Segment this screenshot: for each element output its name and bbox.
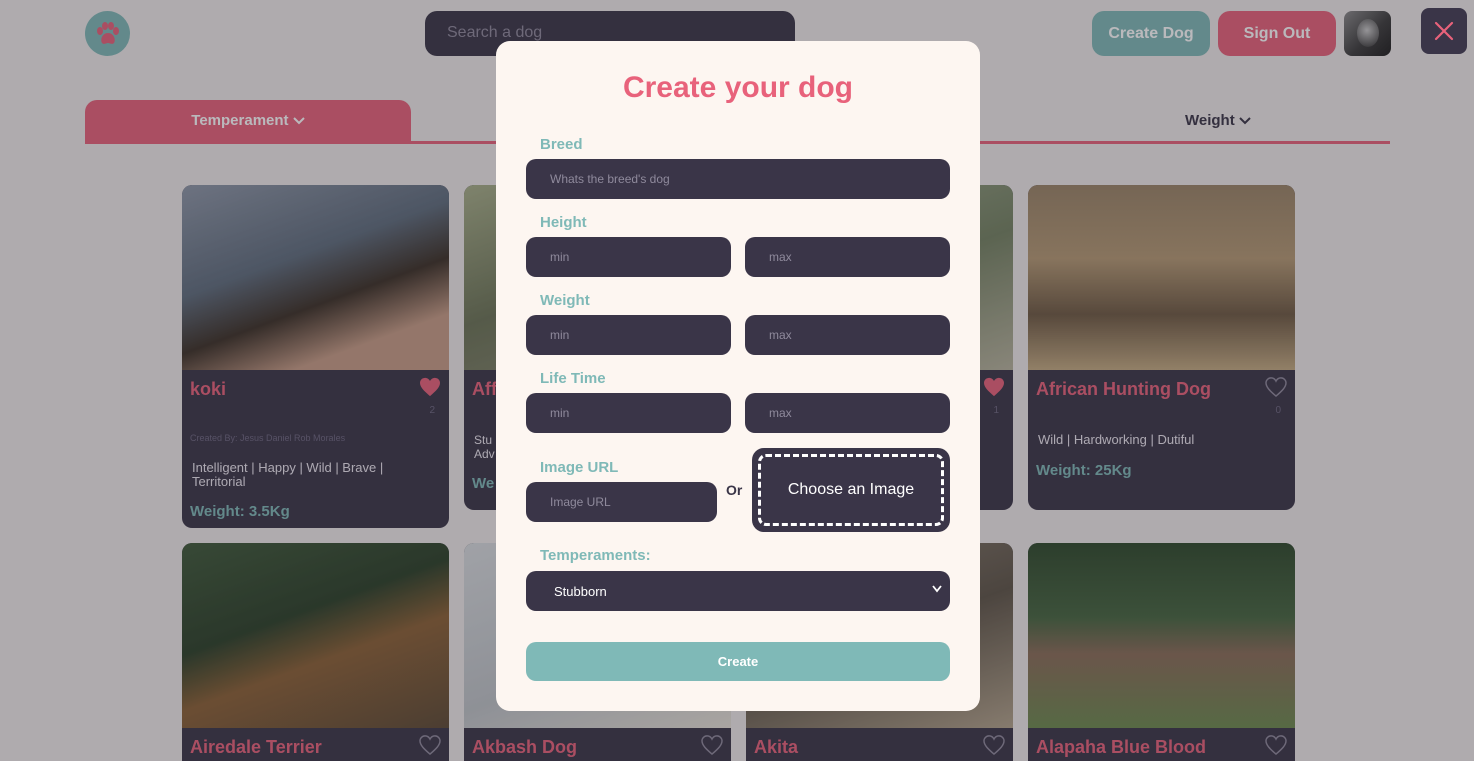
choose-image-label: Choose an Image bbox=[758, 454, 944, 526]
modal-title: Create your dog bbox=[622, 71, 854, 104]
choose-image-button[interactable]: Choose an Image bbox=[752, 448, 950, 532]
image-url-label: Image URL bbox=[540, 459, 619, 476]
temperament-selected-value: Stubborn bbox=[554, 584, 607, 599]
chevron-down-icon bbox=[932, 585, 942, 593]
height-min-input[interactable]: min bbox=[526, 237, 731, 277]
create-button[interactable]: Create bbox=[526, 642, 950, 681]
height-label: Height bbox=[540, 214, 587, 231]
create-dog-modal: Create your dog Breed Whats the breed's … bbox=[496, 41, 980, 711]
weight-label: Weight bbox=[540, 292, 590, 309]
image-url-input[interactable]: Image URL bbox=[526, 482, 717, 522]
or-label: Or bbox=[726, 482, 743, 498]
close-button[interactable] bbox=[1421, 8, 1467, 54]
lifetime-min-input[interactable]: min bbox=[526, 393, 731, 433]
lifetime-label: Life Time bbox=[540, 370, 606, 387]
lifetime-max-input[interactable]: max bbox=[745, 393, 950, 433]
weight-min-input[interactable]: min bbox=[526, 315, 731, 355]
height-max-input[interactable]: max bbox=[745, 237, 950, 277]
temperament-select[interactable]: Stubborn bbox=[526, 571, 950, 611]
close-icon bbox=[1434, 21, 1454, 41]
weight-max-input[interactable]: max bbox=[745, 315, 950, 355]
breed-label: Breed bbox=[540, 136, 583, 153]
temperaments-label: Temperaments: bbox=[540, 547, 651, 564]
breed-input[interactable]: Whats the breed's dog bbox=[526, 159, 950, 199]
